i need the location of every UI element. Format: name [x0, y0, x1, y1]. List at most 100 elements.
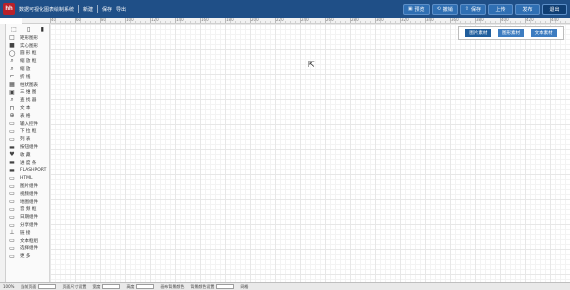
- menu-save[interactable]: 保存: [102, 6, 112, 13]
- tool-label: 下 拉 框: [20, 129, 37, 135]
- upload-button[interactable]: 上传: [488, 3, 513, 15]
- ruler-label: 420: [526, 18, 534, 22]
- tool-icon: ⌕: [10, 65, 14, 73]
- menu-new[interactable]: 新建: [83, 6, 93, 13]
- tool-icon: ♥: [9, 151, 15, 159]
- tool-label: 圆 形 框: [20, 51, 37, 57]
- width-input[interactable]: [102, 284, 121, 289]
- tool-icon: ▭: [9, 213, 15, 221]
- ruler-label: 260: [326, 18, 334, 22]
- tool-item[interactable]: ▭ 日期组件: [6, 213, 49, 221]
- publish-button[interactable]: 发布: [515, 3, 540, 15]
- tool-item[interactable]: ▣ 三 维 图: [6, 89, 49, 97]
- tool-label: 表 格: [20, 113, 31, 119]
- ruler-label: 360: [451, 18, 459, 22]
- tool-label: 输入控件: [20, 121, 38, 127]
- tool-item[interactable]: ▭ 图片组件: [6, 182, 49, 190]
- tool-label: 进 度 条: [20, 160, 37, 166]
- canvas-color-label: 画布背景颜色: [160, 283, 185, 289]
- text-material-button[interactable]: 文本素材: [530, 29, 557, 37]
- tool-item[interactable]: □ 矩形图形: [6, 34, 49, 42]
- status-bar: 100% 当前页面 页面尺寸设置 宽度 高度 画布背景颜色 背景颜色设置 网格: [0, 282, 570, 290]
- save-icon: ⇧: [464, 6, 469, 12]
- tool-item[interactable]: ▬ 按钮组件: [6, 143, 49, 151]
- tool-icon: ⌕: [10, 57, 14, 65]
- tool-item[interactable]: ▭ HTML: [6, 174, 49, 182]
- mouse-cursor-icon: ⇱: [308, 60, 315, 69]
- height-input[interactable]: [136, 284, 155, 289]
- tool-icon: ▭: [9, 120, 15, 128]
- exit-button[interactable]: 退出: [542, 3, 567, 15]
- tool-icon: ⊓: [9, 104, 15, 112]
- tool-item[interactable]: ▭ 列 表: [6, 135, 49, 143]
- tool-icon: ▬: [9, 159, 15, 167]
- current-page-label: 当前页面: [20, 284, 57, 290]
- tool-item[interactable]: ▭ 选择组件: [6, 245, 49, 253]
- tool-label: 折 线: [20, 74, 31, 80]
- tool-label: 视频组件: [20, 191, 38, 197]
- save-button[interactable]: ⇧ 保存: [459, 3, 486, 15]
- menu-export[interactable]: 导出: [116, 6, 126, 13]
- ruler-label: 180: [226, 18, 234, 22]
- tool-item[interactable]: ▭ 视频组件: [6, 190, 49, 198]
- tool-label: 收 藏: [20, 152, 31, 158]
- shape-material-button[interactable]: 图形素材: [497, 29, 524, 37]
- tool-item[interactable]: ▭ 地图组件: [6, 198, 49, 206]
- page-size-label: 页面尺寸设置: [62, 283, 87, 289]
- tool-item[interactable]: ▭ 输入控件: [6, 120, 49, 128]
- tool-item[interactable]: ⌕ 缩 放: [6, 65, 49, 73]
- tool-item[interactable]: ▭ 音 频 框: [6, 206, 49, 214]
- tool-label: 实心图形: [20, 43, 38, 49]
- tool-icon: ⌐: [9, 73, 15, 81]
- tool-icon: ▭: [9, 190, 15, 198]
- tool-item[interactable]: ■ 实心图形: [6, 42, 49, 50]
- ruler-label: 200: [251, 18, 259, 22]
- undo-button[interactable]: ⟲ 撤销: [431, 3, 458, 15]
- tool-item[interactable]: ▭ 更 多: [6, 252, 49, 260]
- tool-label: 矩形图形: [20, 35, 38, 41]
- sidebar-top-row: ⬚ ▯ ▮: [6, 24, 49, 34]
- tool-label: 选择组件: [20, 246, 38, 252]
- tool-icon: ◯: [8, 49, 16, 57]
- preview-button[interactable]: ▣ 预览: [402, 3, 430, 15]
- tool-label: FLASHPORT: [20, 167, 47, 173]
- ruler-label: 320: [401, 18, 409, 22]
- tool-label: 日期组件: [20, 215, 38, 221]
- design-canvas[interactable]: ⇱: [50, 24, 570, 282]
- tool-label: HTML: [20, 175, 33, 181]
- tool-item[interactable]: ⌕ 缩 放 框: [6, 57, 49, 65]
- tool-item[interactable]: ▬ FLASHPORT: [6, 167, 49, 175]
- width-label: 宽度: [92, 284, 121, 290]
- tool-item[interactable]: ⊓ 文 本: [6, 104, 49, 112]
- current-page-select[interactable]: [38, 284, 57, 289]
- tool-item[interactable]: ⊕ 表 格: [6, 112, 49, 120]
- fill-icon[interactable]: ▮: [41, 26, 44, 33]
- tool-item[interactable]: ▦ 柱状图表: [6, 81, 49, 89]
- tool-item[interactable]: ⊥ 链 接: [6, 229, 49, 237]
- top-separator: [78, 5, 80, 13]
- tool-icon: ▭: [9, 221, 15, 229]
- bg-color-input[interactable]: [216, 284, 235, 289]
- tool-item[interactable]: ▭ 分享组件: [6, 221, 49, 229]
- tool-item[interactable]: ▭ 下 拉 框: [6, 128, 49, 136]
- app-title: 数据可视化图表绘制系统: [19, 6, 75, 13]
- tool-item[interactable]: ⌐ 折 线: [6, 73, 49, 81]
- tool-item[interactable]: ▬ 进 度 条: [6, 159, 49, 167]
- undo-icon: ⟲: [436, 6, 441, 12]
- image-material-button[interactable]: 图片素材: [465, 29, 492, 37]
- ruler-label: 120: [151, 18, 159, 22]
- tool-item[interactable]: ⌕ 查 找 器: [6, 96, 49, 104]
- tool-label: 缩 放: [20, 67, 31, 73]
- tool-label: 链 接: [20, 230, 31, 236]
- height-label: 高度: [126, 284, 155, 290]
- tool-item[interactable]: ♥ 收 藏: [6, 151, 49, 159]
- tool-item[interactable]: ▭ 文本框组: [6, 237, 49, 245]
- align-icon[interactable]: ▯: [27, 26, 30, 33]
- tool-item[interactable]: ◯ 圆 形 框: [6, 50, 49, 58]
- select-icon[interactable]: ⬚: [11, 26, 17, 33]
- tool-icon: ▭: [9, 182, 15, 190]
- ruler-label: 60: [76, 18, 82, 22]
- tool-icon: ▭: [9, 244, 15, 252]
- ruler-label: 440: [551, 18, 559, 22]
- grid-toggle[interactable]: 网格: [240, 284, 248, 290]
